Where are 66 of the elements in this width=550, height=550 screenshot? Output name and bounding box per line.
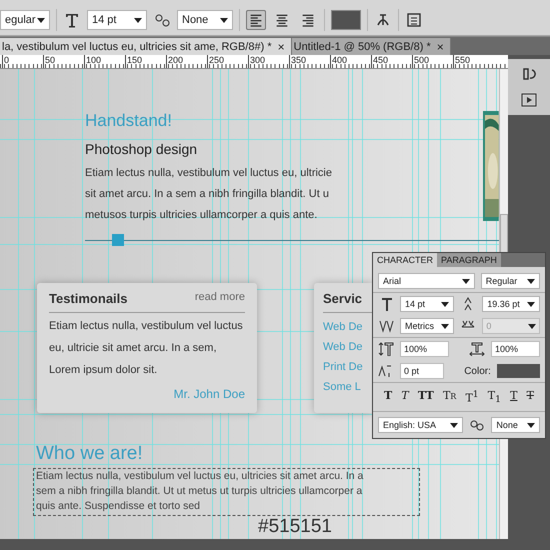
play-icon[interactable] bbox=[520, 91, 538, 109]
type-style-button[interactable]: T bbox=[526, 389, 534, 406]
type-style-button[interactable]: T bbox=[401, 389, 409, 406]
type-style-button[interactable]: T$^{1}$ bbox=[465, 389, 479, 406]
caret-icon bbox=[462, 278, 470, 284]
caret-icon bbox=[450, 422, 458, 428]
card-title: Servic bbox=[323, 291, 362, 306]
caret-icon bbox=[441, 302, 450, 306]
hero-subtitle: Photoshop design bbox=[85, 141, 198, 157]
leading-dropdown[interactable]: 19.36 pt bbox=[482, 296, 540, 312]
read-more-link[interactable]: read more bbox=[194, 291, 245, 306]
caret-icon bbox=[134, 18, 142, 22]
testimonial-author: Mr. John Doe bbox=[172, 387, 245, 401]
type-style-button[interactable]: T bbox=[510, 389, 518, 406]
kerning-icon bbox=[378, 319, 394, 333]
caret-icon bbox=[37, 18, 45, 22]
antialias-dropdown[interactable]: None bbox=[491, 417, 540, 434]
text-box: Etiam lectus nulla, vestibulum vel luctus eu, ultricies sit amet arcu. In a sem a nibh fringilla blandit. Ut ut metus ut turpis ultricies ullamcorper a quis ante. Suspendisse et torto sed bbox=[33, 468, 420, 516]
testimonial-text: Etiam lectus nulla, vestibulum vel luctus eu, ultricie sit amet arcu. In a sem, Lorem ipsum dolor sit. bbox=[49, 319, 244, 378]
align-icon bbox=[274, 12, 290, 28]
color-label: #515151 bbox=[258, 516, 333, 538]
align-icon bbox=[248, 12, 264, 28]
baseline-shift-icon bbox=[378, 364, 394, 378]
align-button[interactable] bbox=[246, 10, 266, 30]
close-icon[interactable]: × bbox=[278, 40, 285, 54]
kerning-dropdown[interactable]: Metrics bbox=[400, 318, 454, 334]
caret-icon bbox=[527, 422, 535, 428]
font-size-dropdown[interactable]: 14 pt bbox=[400, 296, 454, 312]
caret-icon bbox=[527, 278, 535, 284]
slide-marker bbox=[112, 234, 124, 246]
panels-icon[interactable] bbox=[405, 11, 423, 29]
font-size-dropdown[interactable]: 14 pt bbox=[87, 10, 147, 30]
color-swatch[interactable] bbox=[496, 364, 540, 378]
caret-icon bbox=[220, 18, 228, 22]
caret-icon bbox=[527, 302, 535, 306]
color-label: Color: bbox=[464, 366, 491, 376]
panel-tab[interactable]: CHARACTER bbox=[373, 253, 438, 267]
font-size-icon[interactable] bbox=[63, 11, 81, 29]
close-icon[interactable]: × bbox=[436, 40, 444, 54]
font-style-dropdown[interactable]: Regular bbox=[480, 273, 540, 289]
baseline-shift-field[interactable]: 0 pt bbox=[400, 363, 444, 379]
card-title: Testimonails bbox=[49, 291, 128, 306]
language-dropdown[interactable]: English: USA bbox=[378, 417, 464, 434]
font-style-dropdown[interactable]: egular bbox=[0, 10, 50, 30]
text-color-swatch[interactable] bbox=[331, 10, 361, 30]
section-title: Who we are! bbox=[36, 443, 144, 465]
panel-tab[interactable]: PARAGRAPH bbox=[437, 253, 501, 267]
ruler: 0 50 100 150 200 250 300 350 400 450 500 550 bbox=[0, 55, 508, 69]
type-style-button[interactable]: Tr bbox=[442, 389, 456, 406]
align-icon bbox=[300, 12, 316, 28]
type-style-button[interactable]: T$_{1}$ bbox=[488, 389, 501, 406]
font-family-dropdown[interactable]: Arial bbox=[378, 273, 475, 289]
hero-paragraph: Etiam lectus nulla, vestibulum vel luctus eu, ultricie sit amet arcu. In a sem a nibh fringilla blandit. Ut u metusos turpis ultricies ullamcorper a quis ante. bbox=[85, 166, 333, 223]
vertical-scale-field[interactable]: 100% bbox=[400, 341, 449, 357]
caret-icon bbox=[441, 324, 450, 328]
document-tab[interactable]: Untitled-1 @ 50% (RGB/8) * × bbox=[292, 38, 451, 55]
hero-title: Handstand! bbox=[85, 111, 173, 131]
type-style-button[interactable]: T bbox=[384, 389, 392, 406]
horizontal-scale-field[interactable]: 100% bbox=[491, 341, 540, 357]
vertical-scale-icon bbox=[378, 342, 394, 356]
document-tab[interactable]: la, vestibulum vel luctus eu, ultricies sit ame, RGB/8#) * × bbox=[0, 38, 292, 55]
type-style-button[interactable]: TT bbox=[418, 389, 434, 406]
antialias-icon bbox=[469, 418, 486, 432]
horizontal-scale-icon bbox=[469, 342, 485, 356]
antialias-dropdown[interactable]: None bbox=[177, 10, 233, 30]
caret-icon bbox=[528, 324, 536, 328]
